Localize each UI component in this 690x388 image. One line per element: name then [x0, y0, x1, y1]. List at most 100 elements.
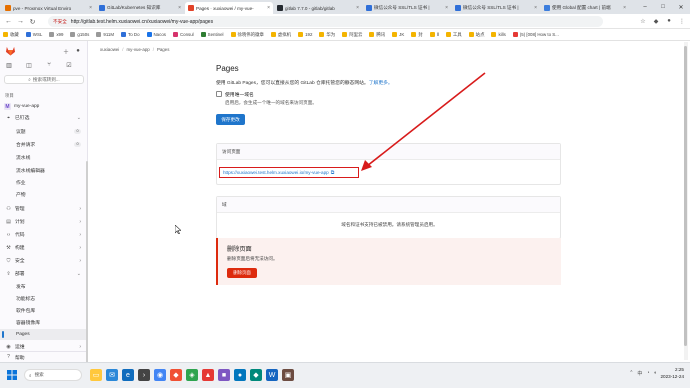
browser-tab-proxmox[interactable]: pve - Proxmox Virtual Enviro × — [2, 2, 95, 14]
sidebar-item-pipeline-editor[interactable]: 流水线编辑器 — [0, 165, 87, 176]
sidebar-group-build[interactable]: ⚒ 构建 › — [0, 242, 87, 253]
sidebar-search-button[interactable]: ⌕ 搜索或转到... — [4, 75, 84, 84]
gitlab-logo-icon[interactable] — [5, 46, 16, 56]
browser-tab-kb[interactable]: GitLab/Kubernetes 知识库 × — [96, 2, 184, 14]
close-tab-icon[interactable]: × — [445, 5, 448, 11]
not-secure-indicator[interactable]: 不安全 — [53, 19, 67, 25]
save-changes-button[interactable]: 保存更改 — [216, 114, 245, 125]
sidebar-project-link[interactable]: M my-vue-app — [0, 101, 87, 112]
bookmark-item[interactable]: 徐晓伟的徽章 — [230, 32, 264, 38]
star-icon[interactable]: ☆ — [639, 17, 647, 25]
sidebar-item-pipelines[interactable]: 流水线 — [0, 152, 87, 163]
todo-icon[interactable]: ☑ — [65, 61, 73, 69]
unique-domain-checkbox[interactable] — [216, 91, 222, 97]
app-icon[interactable]: ▣ — [282, 369, 294, 381]
ime-indicator[interactable]: 中 — [637, 370, 642, 377]
merge-request-icon[interactable]: ⑂ — [45, 61, 53, 69]
sidebar-scrollbar[interactable] — [86, 161, 88, 376]
bookmark-item[interactable]: 腾讯 — [369, 32, 385, 38]
bookmark-item[interactable]: 工具 — [445, 32, 462, 38]
bookmark-item[interactable]: 封 — [411, 32, 423, 38]
profile-icon[interactable]: ● — [665, 17, 673, 25]
browser-tab-ssl-1[interactable]: 微信公众号 SSL/TLS 证书 | × — [363, 2, 451, 14]
mail-icon[interactable]: ✉ — [106, 369, 118, 381]
sidebar-item-pages[interactable]: Pages — [0, 329, 87, 340]
sidebar-item-container-registry[interactable]: 容器镜像库 — [0, 317, 87, 328]
access-url-link[interactable]: https://xuxiaowei.test.helm.xuxiaowei.io… — [223, 170, 329, 175]
url-omnibox[interactable]: 不安全 http://gitlab.test.helm.xuxiaowei.cn… — [48, 16, 603, 27]
bookmark-item[interactable]: 192 — [298, 32, 312, 37]
chrome-icon[interactable]: ◉ — [154, 369, 166, 381]
close-tab-icon[interactable]: × — [178, 5, 181, 11]
bookmark-item[interactable]: To Do — [121, 32, 140, 37]
page-scrollbar[interactable] — [684, 42, 688, 360]
bookmark-item[interactable]: 911M — [96, 32, 114, 37]
sidebar-item-package-registry[interactable]: 软件包库 — [0, 305, 87, 316]
sidebar-pinned-toggle[interactable]: ⌖ 已钉选 ⌄ — [0, 112, 87, 123]
bookmark-item[interactable]: WSL — [25, 32, 42, 37]
remove-pages-button[interactable]: 删除页面 — [227, 268, 257, 278]
bookmark-item[interactable]: Ⅱ — [429, 32, 439, 38]
close-tab-icon[interactable]: × — [267, 5, 270, 11]
git-icon[interactable]: ◆ — [170, 369, 182, 381]
url-text[interactable]: http://gitlab.test.helm.xuxiaowei.cn/xux… — [71, 19, 213, 25]
reload-icon[interactable]: ↻ — [28, 17, 37, 26]
browser-tab-ssl-2[interactable]: 微信公众号 SSL/TLS 证书 | × — [452, 2, 540, 14]
sidebar-toggle-icon[interactable]: ▥ — [5, 61, 13, 69]
external-link-icon[interactable]: ⧉ — [331, 170, 335, 176]
terminal-icon[interactable]: › — [138, 369, 150, 381]
sidebar-item-issues[interactable]: 议题 0 — [0, 126, 87, 137]
sidebar-group-plan[interactable]: ▤ 计划 › — [0, 216, 87, 227]
close-tab-icon[interactable]: × — [534, 5, 537, 11]
app-icon[interactable]: ◆ — [250, 369, 262, 381]
sidebar-item-jobs[interactable]: 作业 — [0, 177, 87, 188]
app-icon[interactable]: ▲ — [202, 369, 214, 381]
close-tab-icon[interactable]: × — [623, 5, 626, 11]
bookmark-item[interactable]: 阿里云 — [342, 32, 362, 38]
close-window-icon[interactable]: ✕ — [672, 0, 690, 14]
browser-tab-github[interactable]: gitlab 7.7.0 - gitlab/gitlab × — [274, 2, 362, 14]
volume-icon[interactable]: ◖ — [653, 370, 656, 376]
bookmark-item[interactable]: 华为 — [319, 32, 335, 38]
sidebar-item-merge-requests[interactable]: 合并请求 0 — [0, 139, 87, 150]
minimize-icon[interactable]: – — [636, 0, 654, 14]
app-icon[interactable]: W — [266, 369, 278, 381]
sidebar-help[interactable]: ? 帮助 — [0, 351, 87, 362]
sidebar-group-manage[interactable]: ⚇ 管理 › — [0, 203, 87, 214]
browser-tab-global[interactable]: 使用 Global 配置 chart | 前端 × — [541, 2, 629, 14]
sidebar-group-secure[interactable]: ⛉ 安全 › — [0, 255, 87, 266]
back-icon[interactable]: ← — [4, 17, 13, 26]
bookmark-item[interactable]: 收藏 — [3, 32, 19, 38]
close-tab-icon[interactable]: × — [89, 5, 92, 11]
tray-chevron-icon[interactable]: ⌃ — [629, 370, 633, 376]
bookmark-item[interactable]: 虚拟机 — [270, 32, 291, 38]
breadcrumb-item[interactable]: xuxiaowei — [100, 47, 119, 52]
app-icon[interactable]: ● — [234, 369, 246, 381]
unique-domain-option[interactable]: 使用唯一域名 — [216, 91, 254, 98]
network-icon[interactable]: ◔ — [646, 370, 649, 376]
bookmark-item[interactable]: 站点 — [468, 32, 484, 38]
bookmark-item[interactable]: JK — [392, 32, 404, 37]
bookmark-item[interactable]: x99 — [49, 32, 63, 37]
sidebar-group-deploy[interactable]: ⇪ 部署 ⌄ — [0, 268, 87, 279]
sidebar-item-releases[interactable]: 发布 — [0, 281, 87, 292]
bookmark-item[interactable]: Consul — [172, 32, 194, 37]
edge-icon[interactable]: e — [122, 369, 134, 381]
maximize-icon[interactable]: □ — [654, 0, 672, 14]
windows-start-icon[interactable] — [7, 370, 17, 380]
app-icon[interactable]: ◈ — [186, 369, 198, 381]
sidebar-item-feature-flags[interactable]: 功能标志 — [0, 293, 87, 304]
sidebar-item-artifacts[interactable]: 产物 — [0, 189, 87, 200]
taskbar-search-box[interactable]: ⌕ 搜索 — [24, 369, 82, 381]
browser-tab-pages[interactable]: Pages · xuxiaowei / my-vue- × — [185, 2, 273, 14]
app-icon[interactable]: ■ — [218, 369, 230, 381]
bookmark-item[interactable]: Nacos — [146, 32, 166, 37]
avatar-icon[interactable]: ● — [74, 47, 82, 55]
breadcrumb-item[interactable]: Pages — [157, 47, 169, 52]
extensions-icon[interactable]: ◆ — [652, 17, 660, 25]
menu-icon[interactable]: ⋮ — [678, 17, 686, 25]
breadcrumb-item[interactable]: my-vue-app — [127, 47, 150, 52]
bookmark-item[interactable]: g150s — [70, 32, 89, 37]
close-tab-icon[interactable]: × — [356, 5, 359, 11]
forward-icon[interactable]: → — [16, 17, 25, 26]
